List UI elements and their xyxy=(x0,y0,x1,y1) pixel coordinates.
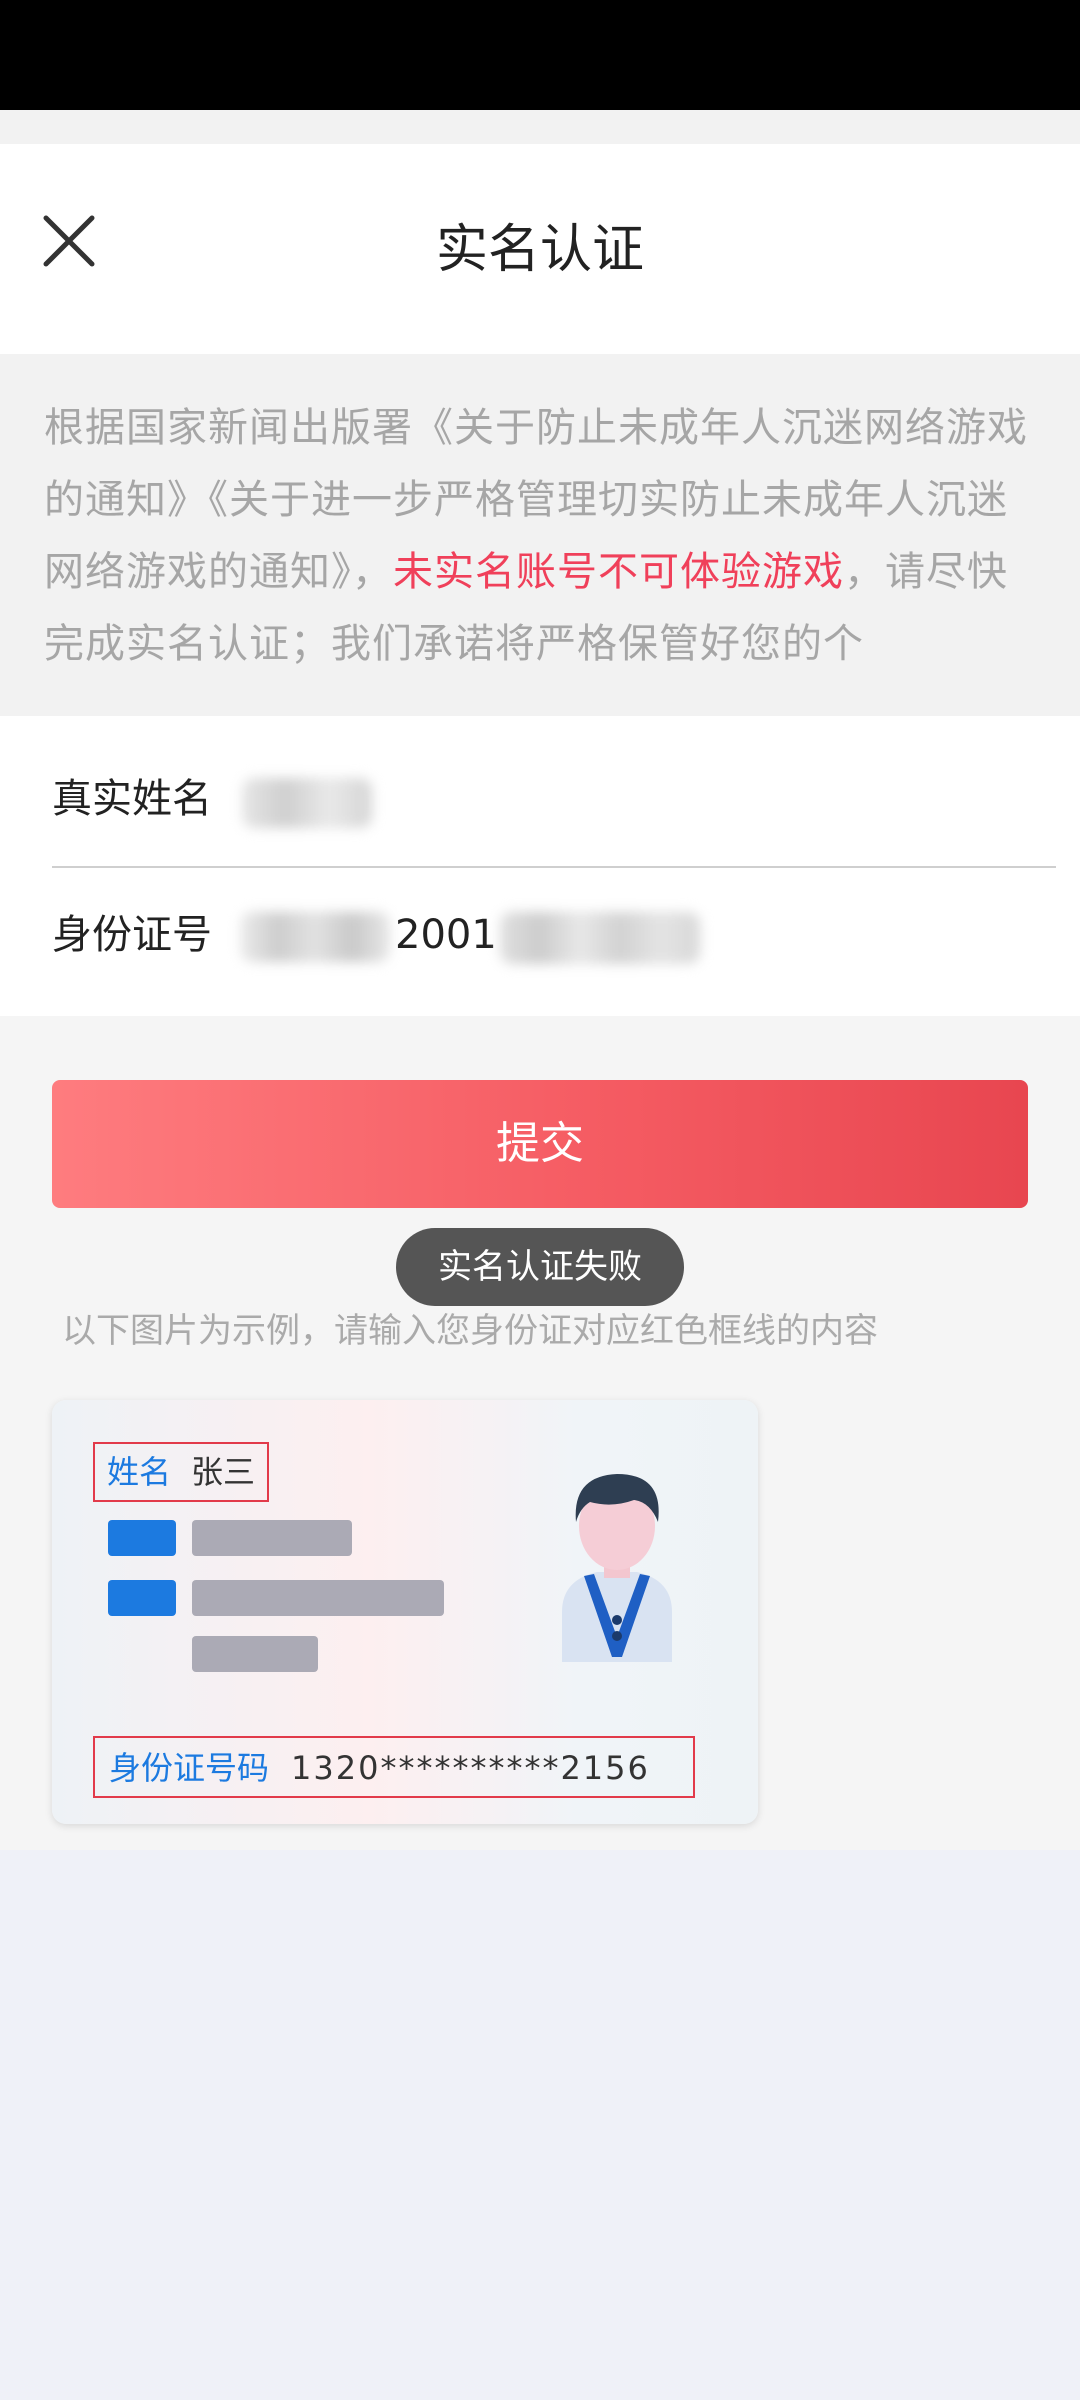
submit-button[interactable]: 提交 xyxy=(52,1080,1028,1208)
notice-panel: 根据国家新闻出版署《关于防止未成年人沉迷网络游戏的通知》《关于进一步严格管理切实… xyxy=(0,354,1080,716)
sample-id-card: 姓名 张三 身份证号码 1320**********2156 xyxy=(52,1400,758,1824)
card-name-label: 姓名 xyxy=(107,1453,172,1491)
notice-highlight: 未实名账号不可体验游戏 xyxy=(393,549,844,595)
name-label: 真实姓名 xyxy=(52,776,212,822)
card-placeholder-bar xyxy=(192,1520,352,1556)
card-field-marker xyxy=(108,1580,176,1616)
name-field[interactable]: 真实姓名 xyxy=(52,736,1056,866)
name-value-blurred xyxy=(242,778,372,828)
card-name-frame: 姓名 张三 xyxy=(93,1442,269,1502)
id-prefix-blurred xyxy=(240,912,390,962)
card-id-value: 1320**********2156 xyxy=(291,1749,650,1787)
notice-text: 根据国家新闻出版署《关于防止未成年人沉迷网络游戏的通知》《关于进一步严格管理切实… xyxy=(44,392,1034,680)
id-suffix-blurred xyxy=(500,912,700,964)
card-name-value: 张三 xyxy=(191,1453,256,1491)
status-bar xyxy=(0,0,1080,110)
page-title: 实名认证 xyxy=(435,220,644,280)
card-placeholder-bar xyxy=(192,1636,318,1672)
toast-message: 实名认证失败 xyxy=(396,1228,684,1306)
id-label: 身份证号 xyxy=(52,912,212,958)
example-hint: 以下图片为示例，请输入您身份证对应红色框线的内容 xyxy=(62,1311,878,1351)
id-visible-fragment: 2001 xyxy=(395,912,497,958)
top-spacer xyxy=(0,110,1080,144)
card-field-marker xyxy=(108,1520,176,1556)
card-id-frame: 身份证号码 1320**********2156 xyxy=(93,1736,695,1798)
form-divider xyxy=(52,866,1056,868)
card-placeholder-bar xyxy=(192,1580,444,1616)
id-number-field[interactable]: 身份证号 2001 xyxy=(52,872,1056,1002)
avatar-icon xyxy=(562,1474,672,1662)
card-id-label: 身份证号码 xyxy=(109,1749,270,1787)
